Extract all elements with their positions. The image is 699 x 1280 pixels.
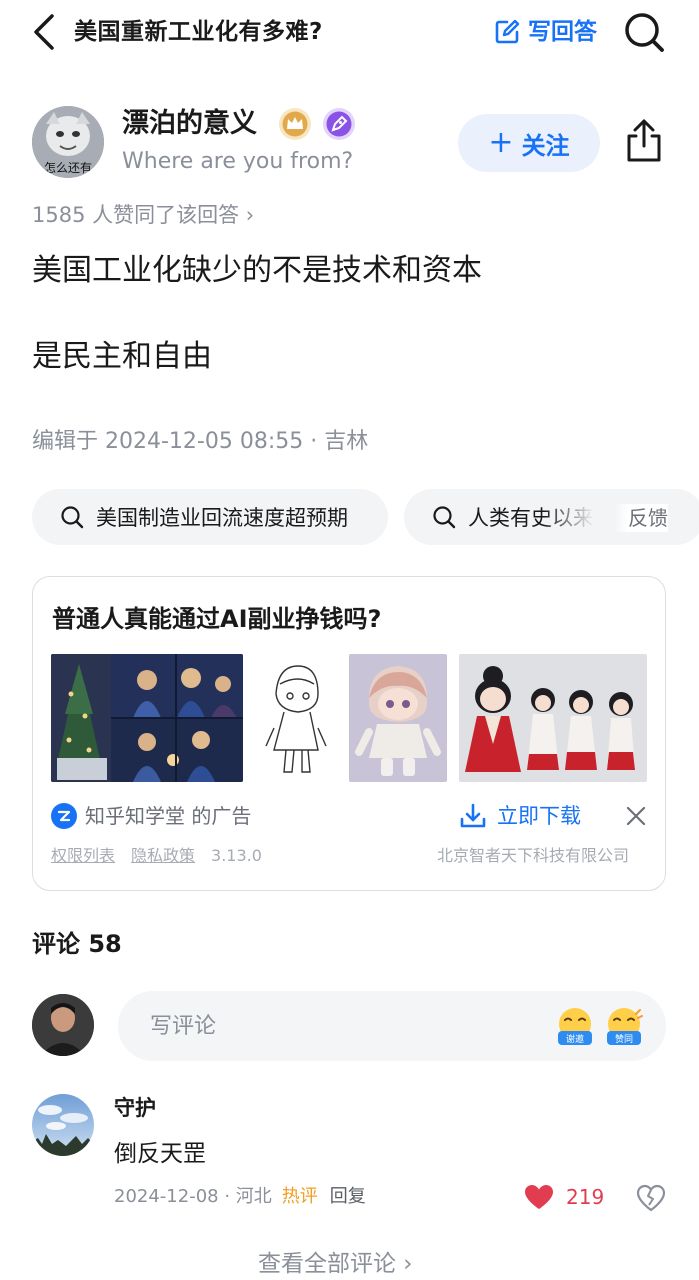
like-count: 219 [566, 1185, 605, 1209]
emoji-zantong-icon: 赞同 [607, 1008, 643, 1045]
my-avatar[interactable] [32, 994, 94, 1056]
reply-button[interactable]: 回复 [330, 1183, 366, 1211]
comment-text: 倒反天罡 [114, 1141, 206, 1167]
related-search-label: 美国制造业回流速度超预期 [96, 506, 348, 530]
chevron-left-icon [34, 14, 54, 50]
pen-badge-icon[interactable] [322, 107, 356, 141]
author-name[interactable]: 漂泊的意义 [122, 106, 257, 142]
author-avatar[interactable]: 怎么还有 [32, 106, 104, 178]
search-icon [625, 13, 664, 52]
emoji-xieyao-icon: 谢邀 [558, 1008, 592, 1045]
ad-image-nativity[interactable] [51, 654, 243, 782]
share-icon [627, 119, 661, 162]
heart-icon [525, 1185, 553, 1209]
answer-paragraph-1: 美国工业化缺少的不是技术和资本 [32, 253, 482, 288]
ad-source-label: 知乎知学堂 的广告 [85, 804, 252, 828]
edit-icon [495, 19, 520, 44]
download-icon [460, 803, 486, 828]
author-location: Where are you from? [122, 149, 354, 174]
question-title[interactable]: 美国重新工业化有多难? [74, 16, 323, 48]
ad-company: 北京智者天下科技有限公司 [437, 846, 630, 865]
related-search-chip[interactable]: 美国制造业回流速度超预期 [32, 489, 388, 545]
search-icon [433, 506, 456, 529]
emoji-xieyao-button[interactable]: 谢邀 [556, 1006, 594, 1046]
avatar-caption: 怎么还有 [44, 160, 92, 175]
answer-paragraph-2: 是民主和自由 [32, 339, 212, 374]
crown-badge-icon[interactable] [278, 107, 312, 141]
close-ad-button[interactable] [624, 804, 648, 828]
close-icon [626, 806, 646, 826]
like-button[interactable]: 219 [524, 1183, 604, 1211]
comment-date-location: 2024-12-08 · 河北 [114, 1186, 272, 1207]
download-button[interactable]: 立即下载 [459, 802, 581, 830]
privacy-link[interactable]: 隐私政策 [131, 845, 195, 867]
permissions-link[interactable]: 权限列表 [51, 845, 115, 867]
comment-avatar[interactable] [32, 1094, 94, 1156]
ad-image-figure[interactable] [349, 654, 447, 782]
broken-heart-icon [636, 1184, 666, 1212]
download-label: 立即下载 [497, 804, 581, 828]
comment-input-placeholder[interactable]: 写评论 [150, 1011, 216, 1043]
emoji-zantong-label: 赞同 [615, 1033, 633, 1045]
ad-source[interactable]: 知乎知学堂 的广告 [51, 802, 251, 830]
edited-time: 编辑于 2024-12-05 08:55 · 吉林 [32, 429, 369, 454]
ad-image-sketch[interactable] [258, 654, 334, 782]
write-answer-button[interactable]: 写回答 [494, 16, 597, 48]
back-button[interactable] [28, 12, 68, 52]
search-icon [61, 506, 84, 529]
ad-image-hanfu-figures[interactable] [459, 654, 647, 782]
hot-comment-badge: 热评 [281, 1186, 318, 1207]
feedback-button[interactable]: 反馈 [614, 504, 668, 532]
dislike-button[interactable] [636, 1184, 666, 1212]
plus-icon: + [488, 125, 514, 160]
comment-username[interactable]: 守护 [114, 1094, 156, 1122]
write-answer-label: 写回答 [528, 19, 597, 45]
author-avatar-image: 怎么还有 [32, 106, 104, 178]
follow-label: 关注 [521, 131, 570, 160]
ad-links: 权限列表 隐私政策 3.13.0 [51, 845, 262, 867]
comments-title: 评论 58 [32, 930, 122, 958]
comment-meta: 2024-12-08 · 河北 热评 回复 [114, 1183, 366, 1211]
search-button[interactable] [622, 10, 666, 54]
emoji-zantong-button[interactable]: 赞同 [604, 1006, 644, 1046]
emoji-xieyao-label: 谢邀 [566, 1033, 584, 1045]
ad-title[interactable]: 普通人真能通过AI副业挣钱吗? [52, 603, 381, 635]
agree-count[interactable]: 1585 人赞同了该回答 › [32, 200, 254, 230]
follow-button[interactable]: + 关注 [458, 114, 600, 172]
app-version: 3.13.0 [211, 846, 262, 865]
related-search-label: 人类有史以来 [468, 506, 594, 530]
zhihu-zhixuetang-logo-icon [51, 803, 77, 829]
share-button[interactable] [622, 118, 666, 164]
view-all-comments-button[interactable]: 查看全部评论 › [258, 1248, 413, 1280]
